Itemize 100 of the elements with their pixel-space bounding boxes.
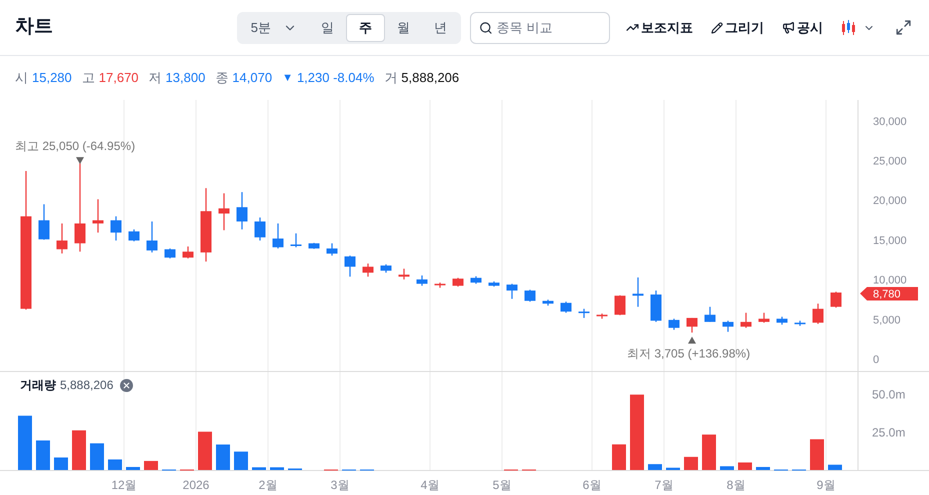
candlestick (488, 281, 500, 287)
trend-line-icon (626, 21, 639, 34)
candlestick (38, 204, 50, 240)
quote-label: 거 (384, 69, 398, 88)
volume-bar (270, 467, 284, 470)
volume-bar (198, 432, 212, 470)
candlestick (326, 243, 338, 256)
candlestick (740, 312, 752, 328)
quote-value: 5,888,206 (401, 69, 460, 88)
candlestick (272, 223, 284, 248)
axis-label: 2월 (258, 478, 278, 492)
quote-value: 17,670 (98, 69, 139, 88)
volume-bar (144, 460, 158, 470)
candlestick (290, 233, 302, 248)
volume-bar (720, 466, 734, 470)
volume-bar (612, 444, 626, 470)
candlestick (686, 318, 698, 333)
quote-value: 14,070 (232, 69, 272, 88)
close-icon (122, 380, 132, 390)
down-triangle-icon (76, 157, 84, 164)
quote-label: 저 (148, 69, 162, 88)
candlestick (650, 290, 662, 322)
period-tab[interactable]: 월 (385, 14, 422, 42)
period-tab[interactable]: 주 (346, 14, 385, 42)
chart-type-button[interactable] (841, 20, 875, 36)
axis-label: 25,000 (873, 156, 907, 168)
axis-label: 4월 (420, 478, 440, 492)
volume-bar (234, 452, 248, 470)
search-field[interactable]: 종목 비교 (470, 12, 610, 44)
candlestick (704, 306, 716, 322)
candlestick (668, 318, 680, 330)
candlestick (470, 276, 482, 284)
volume-bar (702, 434, 716, 470)
search-input[interactable]: 종목 비교 (496, 18, 601, 38)
candlestick (632, 277, 644, 307)
volume-bar (828, 464, 842, 470)
candlestick (524, 290, 536, 302)
candlestick (110, 216, 122, 241)
candlestick (812, 304, 824, 324)
candlestick (452, 278, 464, 287)
close-button[interactable] (120, 378, 134, 392)
period-tab[interactable]: 년 (422, 14, 459, 42)
candlestick (506, 284, 518, 299)
candlestick (614, 295, 626, 316)
axis-label: 5,000 (873, 314, 901, 326)
candlestick (92, 199, 104, 233)
volume-bar (666, 468, 680, 470)
axis-label: 9월 (816, 478, 836, 492)
axis-label: 6월 (582, 478, 602, 492)
toolbar-button[interactable]: 공시 (782, 18, 823, 38)
volume-bar (108, 459, 122, 470)
pencil-icon (711, 22, 723, 34)
candlestick (182, 246, 194, 258)
highest-price-label: 최고 25,050 (-64.95%) (15, 139, 136, 154)
page-title: 차트 (15, 15, 53, 40)
volume-bar (72, 430, 86, 470)
candlestick (578, 308, 590, 318)
candlestick (416, 275, 428, 286)
volume-value: 5,888,206 (60, 377, 114, 394)
candlestick (344, 256, 356, 277)
candlestick (128, 229, 140, 242)
candlestick (398, 268, 410, 280)
axis-label: 30,000 (873, 116, 907, 128)
megaphone-icon (782, 21, 795, 34)
axis-label: 5월 (492, 478, 512, 492)
up-triangle-icon (688, 336, 696, 344)
candlestick (362, 264, 374, 277)
axis-label: 20,000 (873, 195, 907, 208)
candlestick (164, 248, 176, 258)
volume-bar (738, 462, 752, 470)
volume-bar (216, 444, 230, 470)
current-price-tag: 8,780 (860, 287, 918, 301)
volume-bar (54, 457, 68, 470)
quote-value: 15,280 (32, 69, 72, 88)
volume-label: 거래량 (20, 377, 56, 394)
axis-label: 8월 (726, 478, 746, 492)
axis-label: 7월 (654, 478, 674, 492)
volume-bar (18, 416, 32, 470)
candlestick-icon (841, 20, 855, 36)
quote-label: 고 (82, 69, 95, 88)
candlestick (596, 314, 608, 319)
period-tab[interactable]: 일 (309, 14, 346, 42)
candlestick (830, 292, 842, 308)
quote-label: 시 (15, 69, 28, 88)
candlestick (218, 193, 230, 230)
candlestick (56, 223, 68, 254)
volume-bar (810, 439, 824, 470)
period-tab[interactable]: 5분 (238, 14, 309, 42)
candlestick (254, 218, 266, 241)
axis-label: 15,000 (873, 234, 907, 247)
candlestick (146, 221, 158, 252)
axis-label: 2026 (182, 478, 210, 492)
axis-label: 3월 (330, 478, 350, 492)
axis-label: 50.0m (872, 388, 906, 402)
toolbar-button[interactable]: 보조지표 (626, 18, 693, 38)
candlestick (236, 192, 248, 230)
candlestick (722, 320, 734, 332)
volume-bar (756, 466, 770, 470)
volume-bar (684, 456, 698, 470)
toolbar-button[interactable]: 그리기 (711, 18, 764, 38)
